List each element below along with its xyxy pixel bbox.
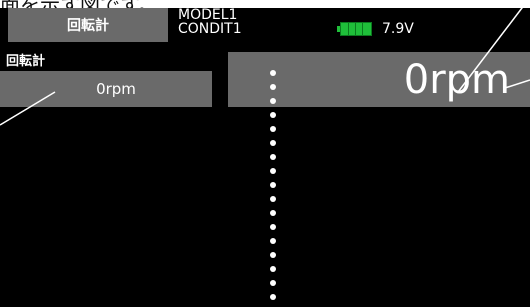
battery-voltage: 7.9V — [382, 21, 414, 37]
condition-name: CONDIT1 — [178, 21, 242, 37]
battery-icon — [337, 22, 372, 36]
model-info: MODEL1 CONDIT1 — [178, 8, 242, 36]
rpm-small-display[interactable]: 0rpm — [0, 71, 212, 107]
tachometer-label: 回転計 — [6, 54, 46, 69]
battery-indicator: 7.9V — [337, 21, 414, 37]
model-name: MODEL1 — [178, 8, 238, 23]
screen-title-tab[interactable]: 回転計 — [8, 8, 168, 42]
device-screen: 回転計 MODEL1 CONDIT1 7.9V 回転計 0rpm 0rpm — [0, 8, 530, 307]
dotted-divider — [270, 70, 278, 307]
